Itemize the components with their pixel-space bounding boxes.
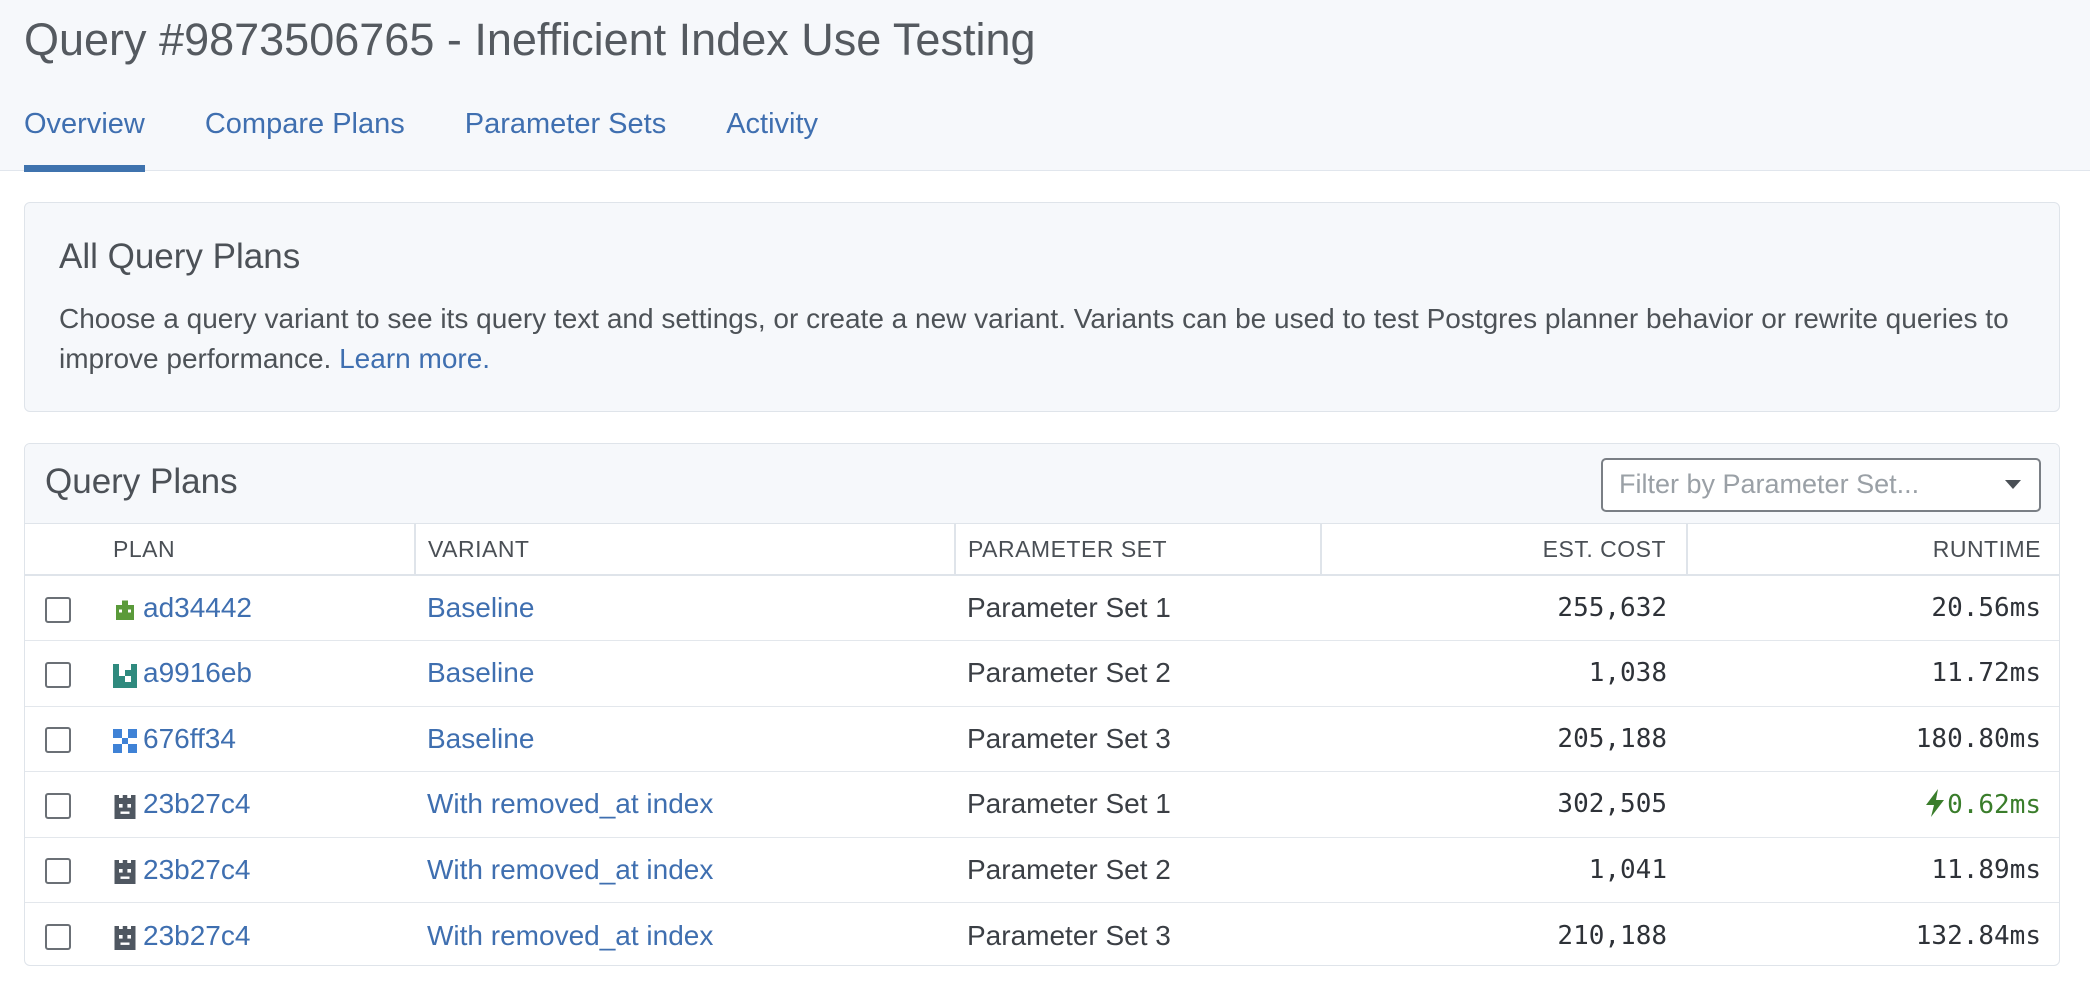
table-header-row: PLAN VARIANT PARAMETER SET EST. COST RUN… xyxy=(25,524,2059,576)
row-checkbox[interactable] xyxy=(45,792,71,819)
info-title: All Query Plans xyxy=(59,237,301,276)
runtime-cell: 20.56ms xyxy=(1687,575,2059,641)
est-cost-cell: 205,188 xyxy=(1321,706,1687,772)
table-row[interactable]: ad34442 Baseline Parameter Set 1 255,632 20.… xyxy=(25,575,2059,641)
runtime-value: 20.56ms xyxy=(1931,593,2041,623)
plan-rows: ad34442 Baseline Parameter Set 1 255,632 20.… xyxy=(25,575,2059,966)
variant-cell: Baseline xyxy=(415,640,955,707)
runtime-cell: 180.80ms xyxy=(1687,706,2059,772)
teal-pattern-icon xyxy=(113,663,137,688)
variant-link[interactable]: Baseline xyxy=(427,657,534,688)
runtime-value: 180.80ms xyxy=(1915,723,2041,754)
row-checkbox[interactable] xyxy=(45,596,71,623)
info-text: Choose a query variant to see its query … xyxy=(59,299,2039,379)
parameter-set-filter[interactable]: Filter by Parameter Set... xyxy=(1601,458,2041,512)
variant-cell: Baseline xyxy=(415,706,955,772)
variant-column-header[interactable]: VARIANT xyxy=(414,524,955,576)
variant-cell: With removed_at index xyxy=(415,771,955,838)
plan-cell: a9916eb xyxy=(101,640,415,707)
row-select-cell xyxy=(25,640,101,707)
variant-link[interactable]: With removed_at index xyxy=(427,920,713,951)
est-cost-cell: 302,505 xyxy=(1321,771,1687,838)
variant-link[interactable]: With removed_at index xyxy=(427,788,713,819)
row-select-cell xyxy=(25,771,101,838)
table-row[interactable]: 676ff34 Baseline Parameter Set 3 205,188 180… xyxy=(25,706,2059,772)
runtime-cell: 11.89ms xyxy=(1687,837,2059,903)
table-row[interactable]: 23b27c4 With removed_at index Parameter Se… xyxy=(25,903,2059,966)
variant-cell: With removed_at index xyxy=(415,837,955,903)
plan-cell: 23b27c4 xyxy=(101,837,415,903)
plan-cell: 23b27c4 xyxy=(101,903,415,966)
row-checkbox[interactable] xyxy=(45,661,71,688)
est-cost-cell: 210,188 xyxy=(1557,920,1667,951)
query-plans-table: PLAN VARIANT PARAMETER SET EST. COST RUN… xyxy=(25,524,2059,966)
row-select-cell xyxy=(25,837,101,903)
blue-pattern-icon xyxy=(113,728,137,754)
est-cost-cell: 1,038 xyxy=(1321,640,1687,707)
parameter-set-cell: Parameter Set 3 xyxy=(955,706,1321,772)
plan-column-header[interactable]: PLAN xyxy=(101,524,415,576)
row-select-cell xyxy=(25,903,101,966)
plan-link[interactable]: 676ff34 xyxy=(143,723,236,754)
plan-link[interactable]: a9916eb xyxy=(143,657,252,688)
caret-down-icon xyxy=(2005,480,2021,489)
table-row[interactable]: 23b27c4 With removed_at index Parameter Se… xyxy=(25,837,2059,903)
info-panel: All Query Plans Choose a query variant t… xyxy=(24,202,2060,412)
query-plans-title: Query Plans xyxy=(45,462,238,501)
row-checkbox[interactable] xyxy=(45,727,71,754)
plan-link[interactable]: 23b27c4 xyxy=(143,788,250,819)
runtime-cell: 11.72ms xyxy=(1687,640,2059,707)
runtime-value: 132.84ms xyxy=(1915,920,2041,951)
est-cost-column-header[interactable]: EST. COST xyxy=(1320,524,1687,576)
tab-parameter-sets[interactable]: Parameter Sets xyxy=(465,104,666,171)
parameter-set-column-header[interactable]: PARAMETER SET xyxy=(954,524,1321,576)
runtime-cell: 0.62ms xyxy=(1687,771,2059,838)
variant-link[interactable]: With removed_at index xyxy=(427,854,713,885)
table-row[interactable]: a9916eb Baseline Parameter Set 2 1,038 11.72… xyxy=(25,640,2059,707)
page-title: Query #9873506765 - Inefficient Index Us… xyxy=(24,14,1036,65)
variant-cell: Baseline xyxy=(415,575,955,641)
gray-robot-icon xyxy=(113,859,137,885)
parameter-set-cell: Parameter Set 3 xyxy=(967,919,1171,951)
est-cost-cell: 255,632 xyxy=(1321,575,1687,641)
green-robot-icon xyxy=(113,598,137,622)
lightning-bolt-icon xyxy=(1926,788,1945,817)
runtime-value: 11.89ms xyxy=(1931,854,2041,885)
page-header: Query #9873506765 - Inefficient Index Us… xyxy=(0,0,2090,172)
tab-overview[interactable]: Overview xyxy=(24,104,145,172)
row-select-cell xyxy=(25,706,101,772)
query-plans-panel: Query Plans Filter by Parameter Set... P… xyxy=(24,443,2060,966)
plan-link[interactable]: 23b27c4 xyxy=(143,854,250,885)
parameter-set-cell: Parameter Set 2 xyxy=(955,640,1321,707)
query-plans-header: Query Plans Filter by Parameter Set... xyxy=(25,444,2059,524)
gray-robot-icon xyxy=(113,925,137,951)
variant-link[interactable]: Baseline xyxy=(427,592,534,623)
row-checkbox[interactable] xyxy=(45,858,71,885)
est-cost-cell: 1,041 xyxy=(1321,837,1687,903)
runtime-value: 0.62ms xyxy=(1947,789,2041,820)
variant-cell: With removed_at index xyxy=(415,903,955,966)
gray-robot-icon xyxy=(113,794,137,819)
filter-placeholder: Filter by Parameter Set... xyxy=(1619,469,1920,499)
plan-link[interactable]: ad34442 xyxy=(143,592,252,623)
tab-compare-plans[interactable]: Compare Plans xyxy=(205,104,405,171)
runtime-column-header[interactable]: RUNTIME xyxy=(1686,524,2059,576)
tab-bar: Overview Compare Plans Parameter Sets Ac… xyxy=(24,104,878,172)
parameter-set-cell: Parameter Set 2 xyxy=(955,837,1321,903)
plan-cell: 23b27c4 xyxy=(101,771,415,838)
plan-cell: ad34442 xyxy=(101,575,415,641)
table-row[interactable]: 23b27c4 With removed_at index Parameter Se… xyxy=(25,771,2059,838)
plan-cell: 676ff34 xyxy=(101,706,415,772)
tab-activity[interactable]: Activity xyxy=(726,104,818,171)
parameter-set-cell: Parameter Set 1 xyxy=(955,575,1321,641)
select-column-header xyxy=(25,524,101,576)
runtime-value: 11.72ms xyxy=(1931,658,2041,689)
variant-link[interactable]: Baseline xyxy=(427,723,534,754)
runtime-cell: 132.84ms xyxy=(1687,903,2059,966)
row-checkbox[interactable] xyxy=(45,924,71,951)
plan-link[interactable]: 23b27c4 xyxy=(143,920,250,951)
row-select-cell xyxy=(25,575,101,641)
parameter-set-cell: Parameter Set 1 xyxy=(955,771,1321,838)
learn-more-link[interactable]: Learn more. xyxy=(339,343,490,374)
